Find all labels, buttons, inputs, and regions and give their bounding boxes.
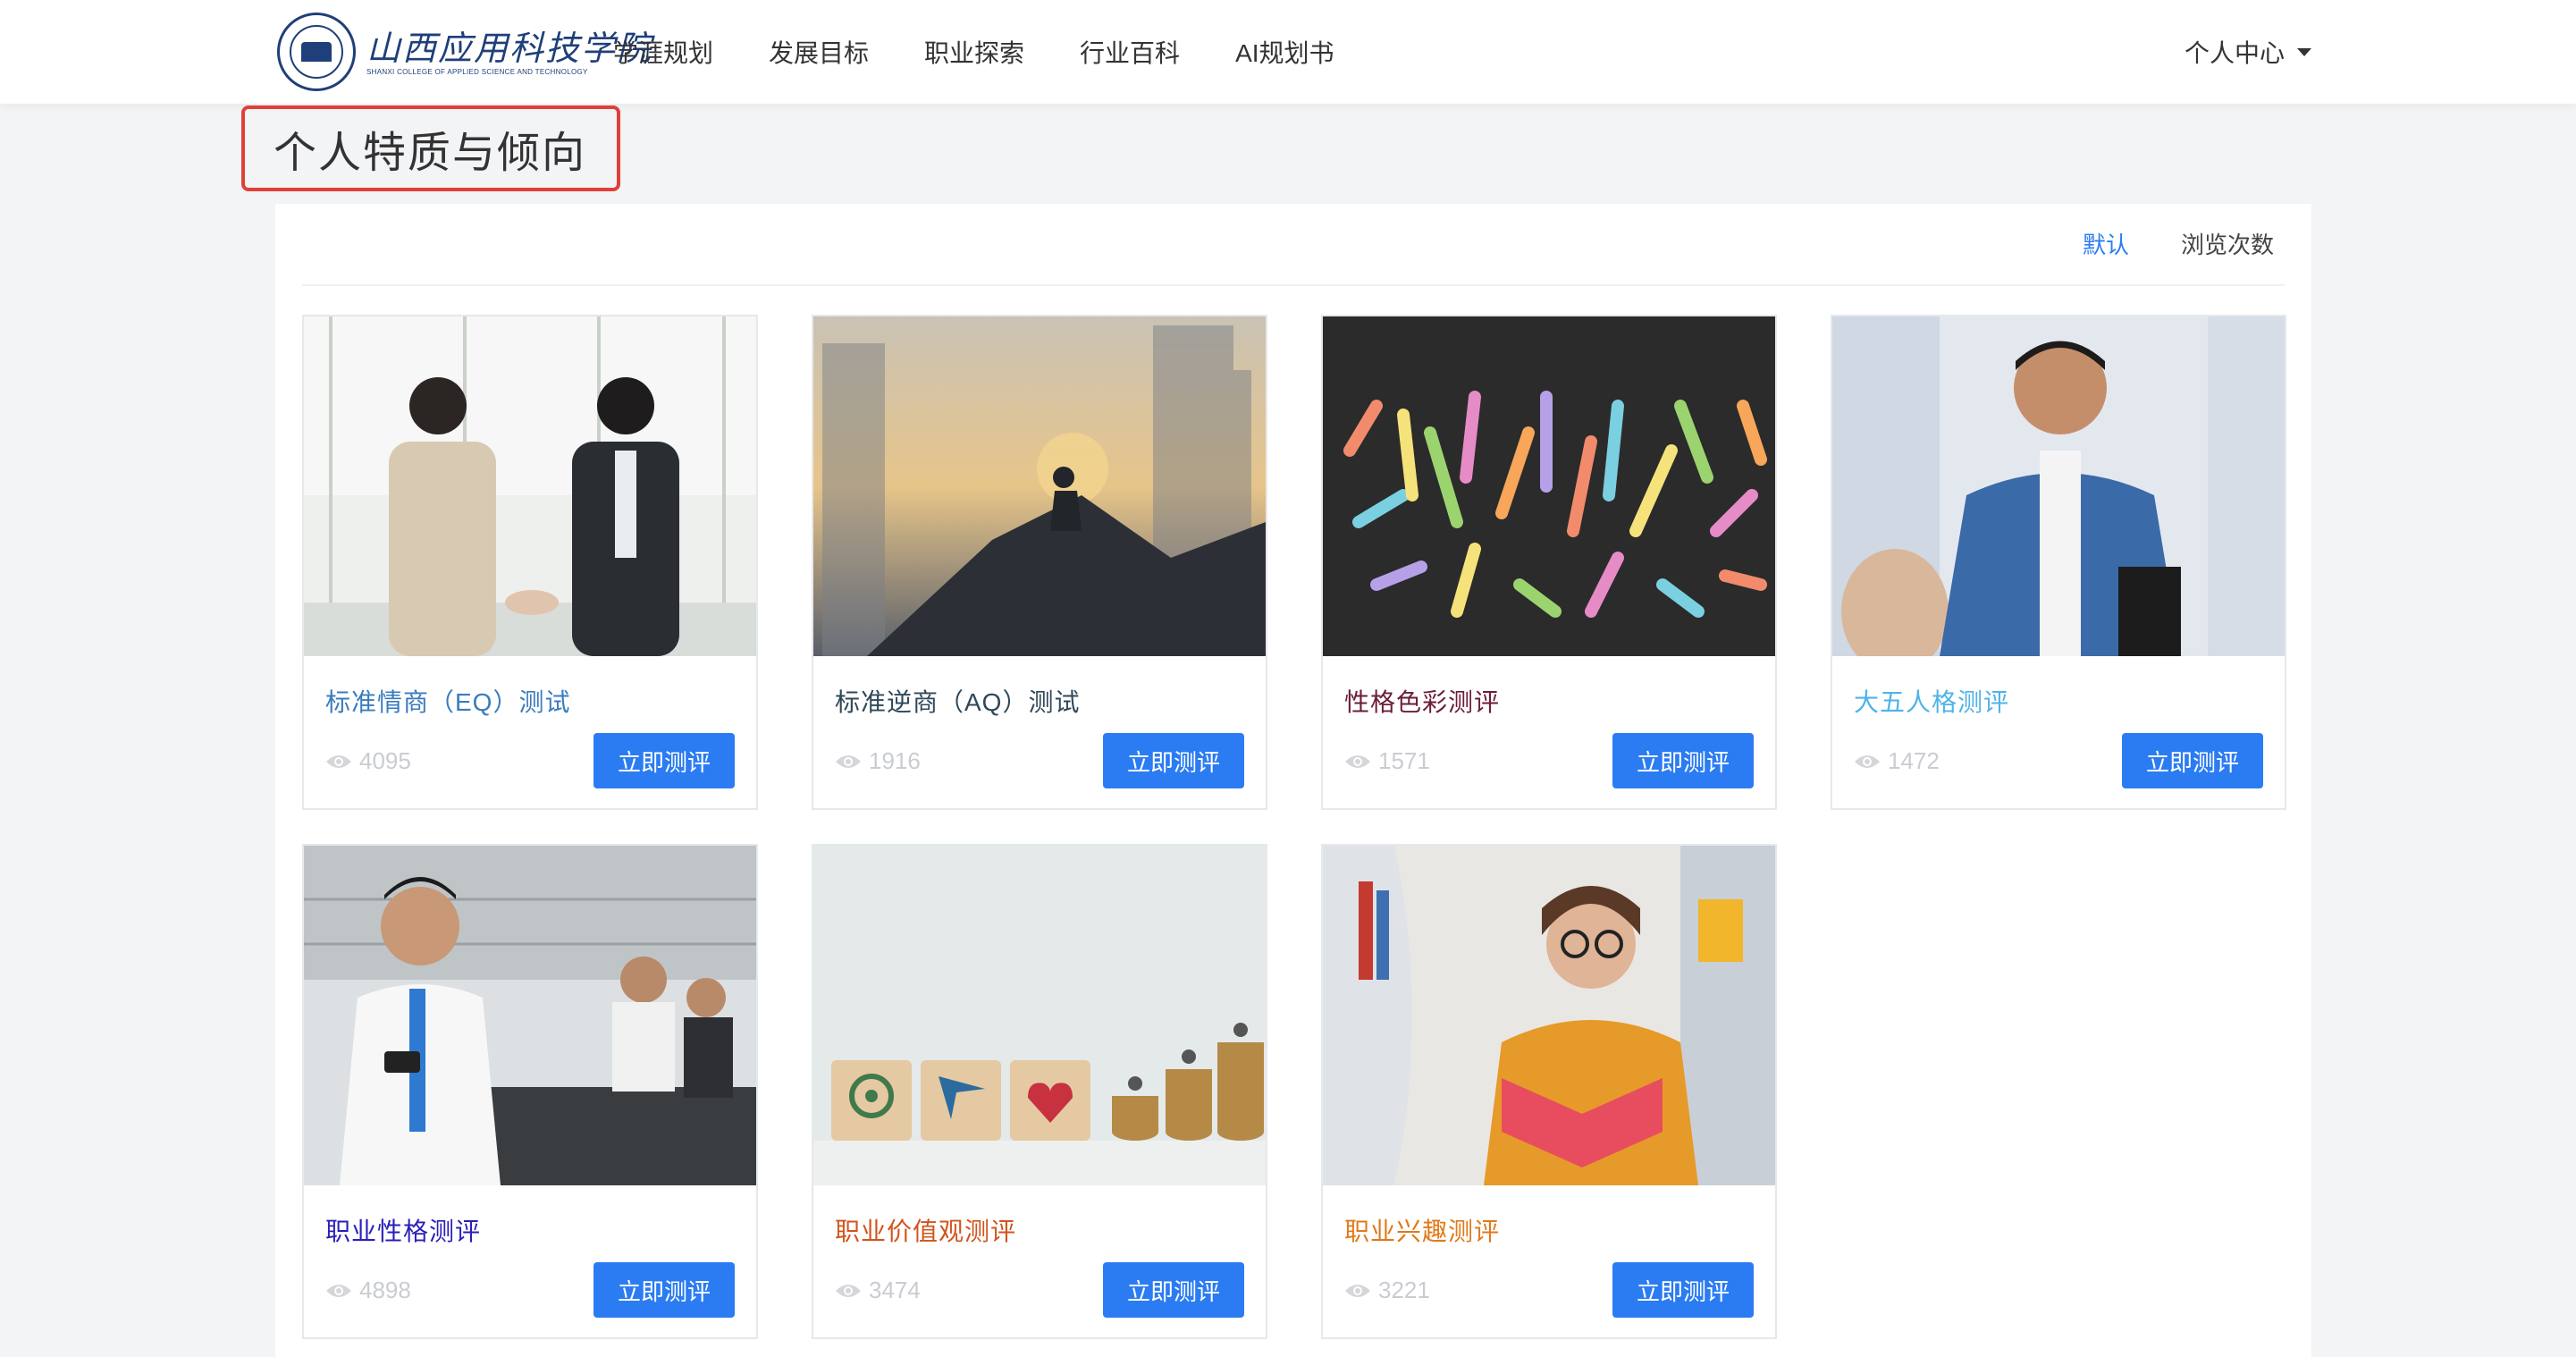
- user-center-dropdown[interactable]: 个人中心: [2185, 0, 2311, 104]
- sort-by-views-option[interactable]: 浏览次数: [2181, 227, 2274, 260]
- sort-default-option[interactable]: 默认: [2083, 227, 2129, 260]
- card-view-count: 4095: [325, 747, 411, 775]
- assessment-card-career-personality[interactable]: 职业性格测评 4898 立即测评: [302, 844, 758, 1339]
- content-panel: 默认 浏览次数 标准情商（EQ）测试 4095 立即测评 标准逆商（AQ）测试 …: [275, 204, 2311, 1357]
- college-logo[interactable]: 山西应用科技学院 SHANXI COLLEGE OF APPLIED SCIEN…: [277, 13, 652, 91]
- card-title[interactable]: 标准逆商（AQ）测试: [835, 683, 1080, 719]
- assessment-card-career-values[interactable]: 职业价值观测评 3474 立即测评: [812, 844, 1267, 1339]
- card-image-handshake: [304, 316, 756, 656]
- college-seal-icon: [277, 13, 356, 91]
- card-title[interactable]: 职业性格测评: [325, 1212, 481, 1248]
- card-image-office-phone: [304, 846, 756, 1185]
- logo-name-cn: 山西应用科技学院: [366, 28, 653, 68]
- card-image-climber: [813, 316, 1266, 656]
- eye-icon: [326, 754, 351, 768]
- sort-bar: 默认 浏览次数: [302, 204, 2285, 286]
- user-center-label: 个人中心: [2184, 39, 2285, 67]
- card-view-count: 1472: [1854, 747, 1940, 775]
- eye-icon: [1345, 1284, 1370, 1297]
- card-view-count: 1916: [835, 747, 921, 775]
- card-image-reading-woman: [1323, 846, 1775, 1185]
- assessment-card-color-personality[interactable]: 性格色彩测评 1571 立即测评: [1321, 315, 1777, 810]
- eye-icon: [326, 1284, 351, 1297]
- view-count-value: 4095: [359, 747, 411, 774]
- view-count-value: 1916: [869, 747, 921, 774]
- start-test-button[interactable]: 立即测评: [2122, 733, 2263, 788]
- card-title[interactable]: 职业价值观测评: [835, 1212, 1016, 1248]
- view-count-value: 1571: [1378, 747, 1430, 774]
- assessment-card-career-interest[interactable]: 职业兴趣测评 3221 立即测评: [1321, 844, 1777, 1339]
- assessment-card-aq[interactable]: 标准逆商（AQ）测试 1916 立即测评: [812, 315, 1267, 810]
- top-navbar: 山西应用科技学院 SHANXI COLLEGE OF APPLIED SCIEN…: [0, 0, 2576, 104]
- card-title[interactable]: 标准情商（EQ）测试: [325, 683, 570, 719]
- page-title: 个人特质与倾向: [241, 105, 620, 191]
- nav-item-industry-wiki[interactable]: 行业百科: [1080, 34, 1180, 70]
- eye-icon: [836, 1284, 861, 1297]
- start-test-button[interactable]: 立即测评: [593, 1262, 735, 1318]
- nav-item-career-planning[interactable]: 学涯规划: [613, 34, 713, 70]
- assessment-card-big-five[interactable]: 大五人格测评 1472 立即测评: [1831, 315, 2286, 810]
- card-image-smiling-man: [1832, 316, 2285, 656]
- card-title[interactable]: 性格色彩测评: [1344, 683, 1500, 719]
- start-test-button[interactable]: 立即测评: [1612, 1262, 1754, 1318]
- view-count-value: 3221: [1378, 1277, 1430, 1303]
- nav-item-development-goals[interactable]: 发展目标: [769, 34, 869, 70]
- card-image-value-blocks: [813, 846, 1266, 1185]
- start-test-button[interactable]: 立即测评: [1612, 733, 1754, 788]
- caret-down-icon: [2297, 47, 2311, 56]
- assessment-card-eq[interactable]: 标准情商（EQ）测试 4095 立即测评: [302, 315, 758, 810]
- card-view-count: 3474: [835, 1277, 921, 1304]
- card-view-count: 4898: [325, 1277, 411, 1304]
- card-image-chalks: [1323, 316, 1775, 656]
- nav-item-career-exploration[interactable]: 职业探索: [924, 34, 1024, 70]
- eye-icon: [1345, 754, 1370, 768]
- card-title[interactable]: 职业兴趣测评: [1344, 1212, 1500, 1248]
- eye-icon: [836, 754, 861, 768]
- card-title[interactable]: 大五人格测评: [1854, 683, 2009, 719]
- start-test-button[interactable]: 立即测评: [593, 733, 735, 788]
- main-nav: 学涯规划 发展目标 职业探索 行业百科 AI规划书: [613, 0, 1390, 104]
- start-test-button[interactable]: 立即测评: [1103, 1262, 1244, 1318]
- eye-icon: [1855, 754, 1880, 768]
- nav-item-ai-plan[interactable]: AI规划书: [1235, 34, 1334, 70]
- card-view-count: 3221: [1344, 1277, 1430, 1304]
- logo-name-en: SHANXI COLLEGE OF APPLIED SCIENCE AND TE…: [366, 67, 588, 76]
- view-count-value: 1472: [1888, 747, 1940, 774]
- view-count-value: 4898: [359, 1277, 411, 1303]
- start-test-button[interactable]: 立即测评: [1103, 733, 1244, 788]
- card-view-count: 1571: [1344, 747, 1430, 775]
- view-count-value: 3474: [869, 1277, 921, 1303]
